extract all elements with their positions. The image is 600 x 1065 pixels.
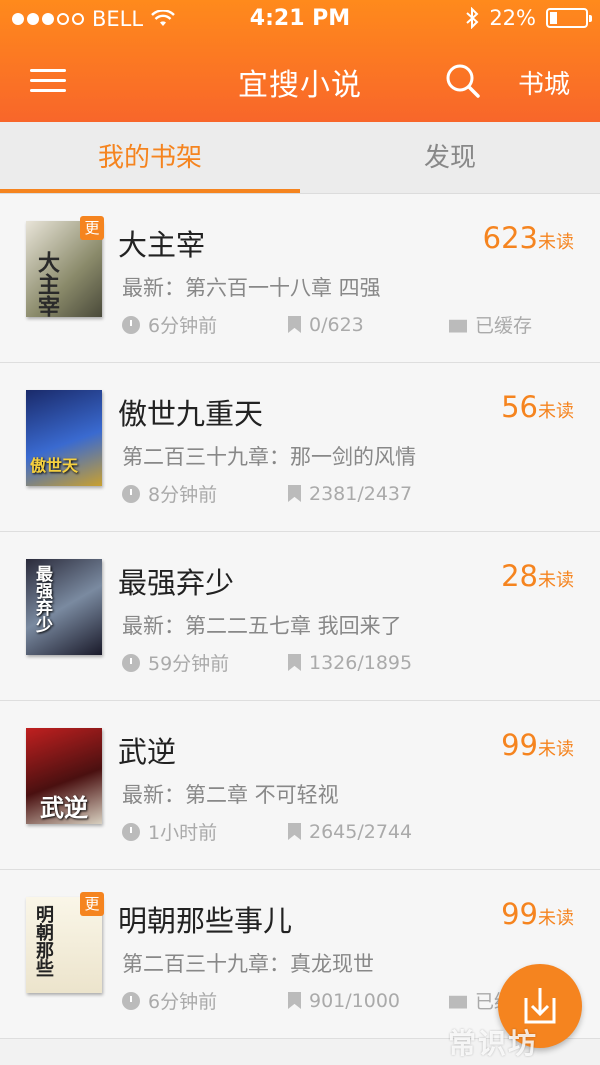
watermark: 常识坊 [448, 1027, 539, 1060]
status-right: 22% [465, 6, 592, 30]
search-icon[interactable] [444, 62, 482, 100]
book-meta: 8分钟前 2381/2437 [122, 480, 449, 507]
read-progress: 901/1000 [309, 989, 401, 1012]
unread-count: 99未读 [501, 728, 574, 762]
book-meta: 6分钟前 901/1000 已缓存 [122, 987, 532, 1014]
update-badge: 更 [80, 892, 104, 916]
book-row[interactable]: 傲世天 傲世九重天 56未读 第二百三十九章：那一剑的风情 8分钟前 2381/… [0, 363, 600, 532]
tab-bar: 我的书架 发现 [0, 122, 600, 194]
cover-title: 最强弃少 [32, 565, 52, 633]
cover-title: 明朝那些 [33, 905, 54, 977]
book-meta: 59分钟前 1326/1895 [122, 649, 449, 676]
cover-title: 武逆 [40, 794, 88, 822]
app-header: BELL 4:21 PM 22% 宜搜小说 书城 [0, 0, 600, 122]
book-meta: 6分钟前 0/623 已缓存 [122, 311, 532, 338]
update-badge: 更 [80, 216, 104, 240]
update-time: 59分钟前 [148, 653, 230, 675]
status-bar: BELL 4:21 PM 22% [0, 0, 600, 40]
clock-icon [122, 653, 140, 672]
app-title: 宜搜小说 [238, 68, 362, 103]
update-time: 1小时前 [148, 822, 218, 844]
book-meta: 1小时前 2645/2744 [122, 818, 449, 845]
read-progress: 0/623 [309, 313, 364, 336]
book-title: 大主宰 [118, 228, 206, 262]
read-progress: 1326/1895 [309, 651, 413, 674]
book-title: 傲世九重天 [118, 397, 264, 431]
cover-title: 大主宰 [34, 251, 59, 317]
bookmark-icon [288, 485, 301, 502]
navbar: 宜搜小说 书城 [0, 40, 600, 122]
update-time: 6分钟前 [148, 315, 218, 337]
tab-bookshelf[interactable]: 我的书架 [0, 122, 300, 194]
bookmark-icon [288, 654, 301, 671]
latest-chapter: 最新：第二二五七章 我回来了 [122, 614, 402, 638]
book-title: 武逆 [118, 735, 177, 769]
download-icon [449, 319, 467, 333]
latest-chapter: 第二百三十九章：真龙现世 [122, 952, 374, 976]
cover-title: 傲世天 [30, 456, 79, 475]
cached-status: 已缓存 [475, 315, 533, 337]
book-title: 最强弃少 [118, 566, 235, 600]
download-icon [524, 988, 556, 1024]
read-progress: 2381/2437 [309, 482, 413, 505]
book-cover: 傲世天 [26, 390, 102, 486]
bookmark-icon [288, 823, 301, 840]
latest-chapter: 最新：第六百一十八章 四强 [122, 276, 381, 300]
active-tab-indicator [0, 189, 300, 193]
latest-chapter: 最新：第二章 不可轻视 [122, 783, 339, 807]
book-cover: 最强弃少 [26, 559, 102, 655]
unread-count: 623未读 [482, 221, 574, 255]
update-time: 8分钟前 [148, 484, 218, 506]
bookstore-button[interactable]: 书城 [518, 64, 570, 101]
latest-chapter: 第二百三十九章：那一剑的风情 [122, 445, 416, 469]
book-row[interactable]: 最强弃少 最强弃少 28未读 最新：第二二五七章 我回来了 59分钟前 1326… [0, 532, 600, 701]
book-list: 大主宰 更 大主宰 623未读 最新：第六百一十八章 四强 6分钟前 0/623… [0, 194, 600, 1039]
clock-icon [122, 484, 140, 503]
battery-icon [546, 8, 592, 28]
unread-count: 56未读 [501, 390, 574, 424]
book-cover: 武逆 [26, 728, 102, 824]
download-icon [449, 995, 467, 1009]
clock-icon [122, 822, 140, 841]
clock-icon [122, 315, 140, 334]
tab-discover[interactable]: 发现 [300, 122, 600, 194]
read-progress: 2645/2744 [309, 820, 413, 843]
book-row[interactable]: 武逆 武逆 99未读 最新：第二章 不可轻视 1小时前 2645/2744 [0, 701, 600, 870]
clock-icon [122, 991, 140, 1010]
update-time: 6分钟前 [148, 991, 218, 1013]
bookmark-icon [288, 992, 301, 1009]
unread-count: 28未读 [501, 559, 574, 593]
bluetooth-icon [466, 7, 479, 29]
book-row[interactable]: 大主宰 更 大主宰 623未读 最新：第六百一十八章 四强 6分钟前 0/623… [0, 194, 600, 363]
bookmark-icon [288, 316, 301, 333]
unread-count: 99未读 [501, 897, 574, 931]
book-title: 明朝那些事儿 [118, 904, 293, 938]
battery-percent: 22% [489, 6, 536, 30]
